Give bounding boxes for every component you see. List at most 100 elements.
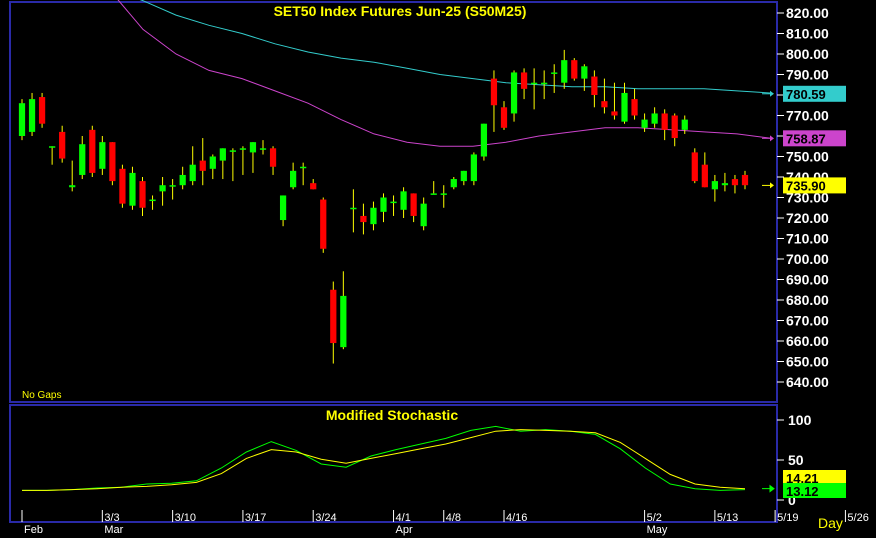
candle-body: [611, 111, 618, 116]
candle-body: [129, 172, 136, 206]
candle-body: [79, 144, 86, 175]
candle-body: [139, 181, 146, 208]
candle-body: [651, 113, 658, 124]
x-tick-date: 3/3: [104, 512, 119, 524]
candle-body: [99, 142, 106, 169]
price-ytick-label: 720.00: [786, 210, 829, 226]
candle-body: [380, 197, 387, 212]
candle-body: [189, 164, 196, 182]
candle-body: [510, 72, 518, 114]
candle-body: [149, 199, 156, 202]
chart-window: 820.00810.00800.00790.00780.00770.00760.…: [0, 0, 876, 538]
x-tick-date: 4/16: [506, 512, 527, 524]
candle-body: [259, 148, 267, 150]
candle-body: [330, 289, 337, 344]
candle-body: [631, 99, 638, 116]
candle-body: [450, 179, 457, 188]
candle-body: [310, 183, 317, 190]
candle-body: [249, 142, 257, 153]
candle-body: [711, 181, 718, 190]
candle-body: [430, 193, 437, 195]
candle-body: [681, 119, 688, 130]
candle-body: [350, 207, 357, 210]
candle-body: [290, 170, 297, 188]
candle-body: [219, 148, 226, 161]
candle-body: [731, 179, 739, 186]
candle-body: [520, 72, 528, 89]
candle-body: [169, 185, 176, 187]
no-gaps-note: No Gaps: [22, 390, 61, 401]
x-tick-month: May: [647, 524, 668, 536]
candle-body: [571, 60, 578, 79]
candle-body: [360, 215, 367, 223]
price-ytick-label: 650.00: [786, 354, 829, 370]
x-unit-label: Day: [818, 515, 843, 531]
candle-body: [701, 164, 708, 188]
x-tick-date: 3/10: [175, 512, 196, 524]
candle-body: [269, 148, 277, 167]
candle-body: [390, 201, 397, 204]
stoch-ytick-label: 50: [788, 452, 804, 468]
x-tick-month: Feb: [24, 524, 43, 536]
candle-body: [209, 156, 216, 169]
candle-body: [89, 129, 96, 173]
chart-canvas: 820.00810.00800.00790.00780.00770.00760.…: [9, 0, 869, 536]
candle-body: [38, 97, 46, 124]
candle-body: [561, 60, 568, 83]
candle-body: [28, 99, 36, 132]
x-tick-date: 5/19: [777, 512, 798, 524]
candle-body: [691, 152, 698, 182]
price-ytick-label: 710.00: [786, 231, 829, 247]
price-chart-title: SET50 Index Futures Jun-25 (S50M25): [274, 3, 527, 19]
candle-body: [440, 193, 447, 195]
price-ytick-label: 820.00: [786, 5, 829, 21]
candle-body: [591, 76, 598, 95]
x-tick-month: Apr: [396, 524, 413, 536]
candle-body: [69, 185, 76, 188]
price-ytick-label: 810.00: [786, 26, 829, 42]
candle-body: [410, 193, 417, 216]
candle-body: [531, 82, 538, 85]
candle-body: [18, 103, 26, 136]
candle-body: [581, 66, 588, 79]
candle-body: [551, 72, 558, 74]
candle-body: [199, 160, 206, 171]
candle-body: [721, 183, 729, 186]
candle-body: [340, 295, 347, 348]
candle-body: [49, 146, 56, 148]
candle-body: [300, 166, 307, 169]
x-tick-date: 5/2: [647, 512, 662, 524]
candle-body: [179, 174, 186, 186]
x-tick-date: 5/13: [717, 512, 738, 524]
x-tick-date: 3/24: [315, 512, 336, 524]
candle-body: [661, 113, 668, 130]
x-tick-date: 4/8: [446, 512, 461, 524]
candle-body: [159, 185, 166, 192]
candle-body: [320, 199, 327, 249]
stoch-ytick-label: 100: [788, 412, 812, 428]
price-ytick-label: 660.00: [786, 333, 829, 349]
candle-body: [59, 131, 66, 159]
candle-body: [370, 207, 377, 225]
x-tick-date: 3/17: [245, 512, 266, 524]
candle-body: [621, 92, 628, 122]
candle-body: [490, 78, 498, 106]
candle-body: [671, 115, 678, 139]
price-ytick-label: 770.00: [786, 108, 829, 124]
candle-body: [641, 119, 648, 128]
candle-body: [460, 170, 467, 182]
candle-body: [239, 148, 247, 150]
stoch-last-value-label: 13.12: [786, 484, 819, 499]
x-tick-date: 4/1: [396, 512, 411, 524]
candle-body: [541, 82, 548, 85]
last-value-label: 780.59: [786, 87, 826, 102]
price-ytick-label: 640.00: [786, 374, 829, 390]
candle-body: [279, 195, 287, 221]
candle-body: [741, 174, 749, 186]
candle-body: [229, 150, 236, 152]
price-ytick-label: 790.00: [786, 67, 829, 83]
price-ytick-label: 670.00: [786, 313, 829, 329]
price-ytick-label: 680.00: [786, 292, 829, 308]
price-ytick-label: 690.00: [786, 272, 829, 288]
price-ytick-label: 750.00: [786, 149, 829, 165]
